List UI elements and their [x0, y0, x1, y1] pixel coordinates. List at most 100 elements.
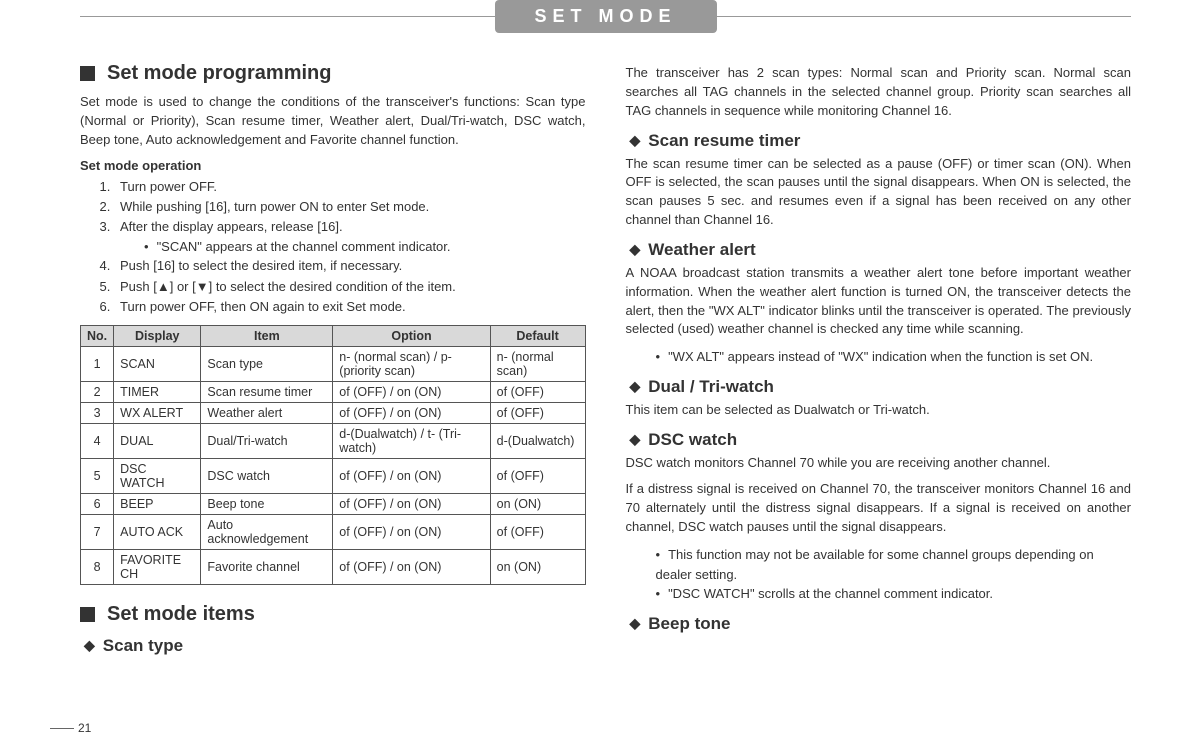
step-3-sublist: "SCAN" appears at the channel comment in…	[138, 237, 586, 257]
diamond-bullet-icon: ◆	[630, 431, 641, 448]
wx-body: A NOAA broadcast station transmits a wea…	[626, 264, 1132, 339]
heading-text: Set mode programming	[107, 62, 331, 85]
table-row: 8 FAVORITE CH Favorite channel of (OFF) …	[81, 549, 586, 584]
scan-type-body: The transceiver has 2 scan types: Normal…	[626, 64, 1132, 121]
table-row: 5 DSC WATCH DSC watch of (OFF) / on (ON)…	[81, 458, 586, 493]
subheading-weather-alert: ◆ Weather alert	[630, 240, 1132, 260]
dual-body: This item can be selected as Dualwatch o…	[626, 401, 1132, 420]
cell-display: WX ALERT	[114, 402, 201, 423]
cell-no: 1	[81, 346, 114, 381]
cell-option: of (OFF) / on (ON)	[333, 458, 490, 493]
cell-item: Favorite channel	[201, 549, 333, 584]
step-3: After the display appears, release [16].…	[114, 217, 586, 257]
wx-bullet-1: "WX ALT" appears instead of "WX" indicat…	[656, 347, 1132, 367]
cell-no: 4	[81, 423, 114, 458]
cell-display: SCAN	[114, 346, 201, 381]
cell-item: Auto acknowledgement	[201, 514, 333, 549]
operation-steps: Turn power OFF. While pushing [16], turn…	[114, 177, 586, 317]
cell-item: Dual/Tri-watch	[201, 423, 333, 458]
cell-display: DSC WATCH	[114, 458, 201, 493]
cell-default: of (OFF)	[490, 458, 585, 493]
subheading-text: Scan resume timer	[648, 131, 800, 151]
cell-default: of (OFF)	[490, 514, 585, 549]
cell-default: on (ON)	[490, 549, 585, 584]
cell-item: Scan resume timer	[201, 381, 333, 402]
wx-bullets: "WX ALT" appears instead of "WX" indicat…	[656, 347, 1132, 367]
diamond-bullet-icon: ◆	[84, 637, 95, 654]
cell-item: Beep tone	[201, 493, 333, 514]
subheading-scan-resume: ◆ Scan resume timer	[630, 131, 1132, 151]
heading-set-mode-items: Set mode items	[80, 603, 586, 626]
cell-option: of (OFF) / on (ON)	[333, 381, 490, 402]
cell-option: n- (normal scan) / p- (priority scan)	[333, 346, 490, 381]
square-bullet-icon	[80, 66, 95, 81]
cell-no: 2	[81, 381, 114, 402]
heading-text: Set mode items	[107, 603, 255, 626]
cell-no: 6	[81, 493, 114, 514]
dsc-body-2: If a distress signal is received on Chan…	[626, 480, 1132, 537]
subheading-text: DSC watch	[648, 430, 737, 450]
cell-no: 3	[81, 402, 114, 423]
cell-display: FAVORITE CH	[114, 549, 201, 584]
cell-no: 7	[81, 514, 114, 549]
dsc-bullet-2: "DSC WATCH" scrolls at the channel comme…	[656, 584, 1132, 604]
dsc-bullet-1: This function may not be available for s…	[656, 545, 1132, 584]
cell-display: TIMER	[114, 381, 201, 402]
subheading-text: Scan type	[103, 636, 183, 656]
diamond-bullet-icon: ◆	[630, 378, 641, 395]
table-row: 1 SCAN Scan type n- (normal scan) / p- (…	[81, 346, 586, 381]
subheading-scan-type: ◆ Scan type	[84, 636, 586, 656]
diamond-bullet-icon: ◆	[630, 615, 641, 632]
dsc-body-1: DSC watch monitors Channel 70 while you …	[626, 454, 1132, 473]
cell-no: 8	[81, 549, 114, 584]
cell-option: d-(Dualwatch) / t- (Tri-watch)	[333, 423, 490, 458]
step-5: Push [▲] or [▼] to select the desired co…	[114, 277, 586, 297]
content-columns: Set mode programming Set mode is used to…	[80, 52, 1131, 660]
page-number: 21	[50, 721, 91, 735]
step-3-sub: "SCAN" appears at the channel comment in…	[138, 237, 586, 257]
th-default: Default	[490, 325, 585, 346]
diamond-bullet-icon: ◆	[630, 132, 641, 149]
subheading-text: Weather alert	[648, 240, 755, 260]
table-header-row: No. Display Item Option Default	[81, 325, 586, 346]
cell-default: of (OFF)	[490, 381, 585, 402]
subheading-text: Beep tone	[648, 614, 730, 634]
heading-set-mode-programming: Set mode programming	[80, 62, 586, 85]
subheading-dual-tri: ◆ Dual / Tri-watch	[630, 377, 1132, 397]
step-6: Turn power OFF, then ON again to exit Se…	[114, 297, 586, 317]
resume-body: The scan resume timer can be selected as…	[626, 155, 1132, 230]
diamond-bullet-icon: ◆	[630, 241, 641, 258]
cell-option: of (OFF) / on (ON)	[333, 493, 490, 514]
cell-item: DSC watch	[201, 458, 333, 493]
cell-default: on (ON)	[490, 493, 585, 514]
cell-display: BEEP	[114, 493, 201, 514]
subheading-dsc-watch: ◆ DSC watch	[630, 430, 1132, 450]
set-mode-table: No. Display Item Option Default 1 SCAN S…	[80, 325, 586, 585]
table-row: 7 AUTO ACK Auto acknowledgement of (OFF)…	[81, 514, 586, 549]
table-row: 4 DUAL Dual/Tri-watch d-(Dualwatch) / t-…	[81, 423, 586, 458]
table-row: 3 WX ALERT Weather alert of (OFF) / on (…	[81, 402, 586, 423]
cell-item: Scan type	[201, 346, 333, 381]
subheading-text: Dual / Tri-watch	[648, 377, 774, 397]
cell-display: AUTO ACK	[114, 514, 201, 549]
table-row: 6 BEEP Beep tone of (OFF) / on (ON) on (…	[81, 493, 586, 514]
page-header: SET MODE	[80, 0, 1131, 34]
step-1: Turn power OFF.	[114, 177, 586, 197]
operation-title: Set mode operation	[80, 158, 586, 173]
cell-display: DUAL	[114, 423, 201, 458]
step-2: While pushing [16], turn power ON to ent…	[114, 197, 586, 217]
table-row: 2 TIMER Scan resume timer of (OFF) / on …	[81, 381, 586, 402]
right-column: The transceiver has 2 scan types: Normal…	[626, 52, 1132, 660]
th-option: Option	[333, 325, 490, 346]
cell-default: of (OFF)	[490, 402, 585, 423]
left-column: Set mode programming Set mode is used to…	[80, 52, 586, 660]
intro-paragraph: Set mode is used to change the condition…	[80, 93, 586, 150]
cell-no: 5	[81, 458, 114, 493]
step-4: Push [16] to select the desired item, if…	[114, 256, 586, 276]
th-item: Item	[201, 325, 333, 346]
subheading-beep-tone: ◆ Beep tone	[630, 614, 1132, 634]
header-title: SET MODE	[494, 0, 716, 33]
dsc-bullets: This function may not be available for s…	[656, 545, 1132, 604]
cell-default: d-(Dualwatch)	[490, 423, 585, 458]
cell-item: Weather alert	[201, 402, 333, 423]
